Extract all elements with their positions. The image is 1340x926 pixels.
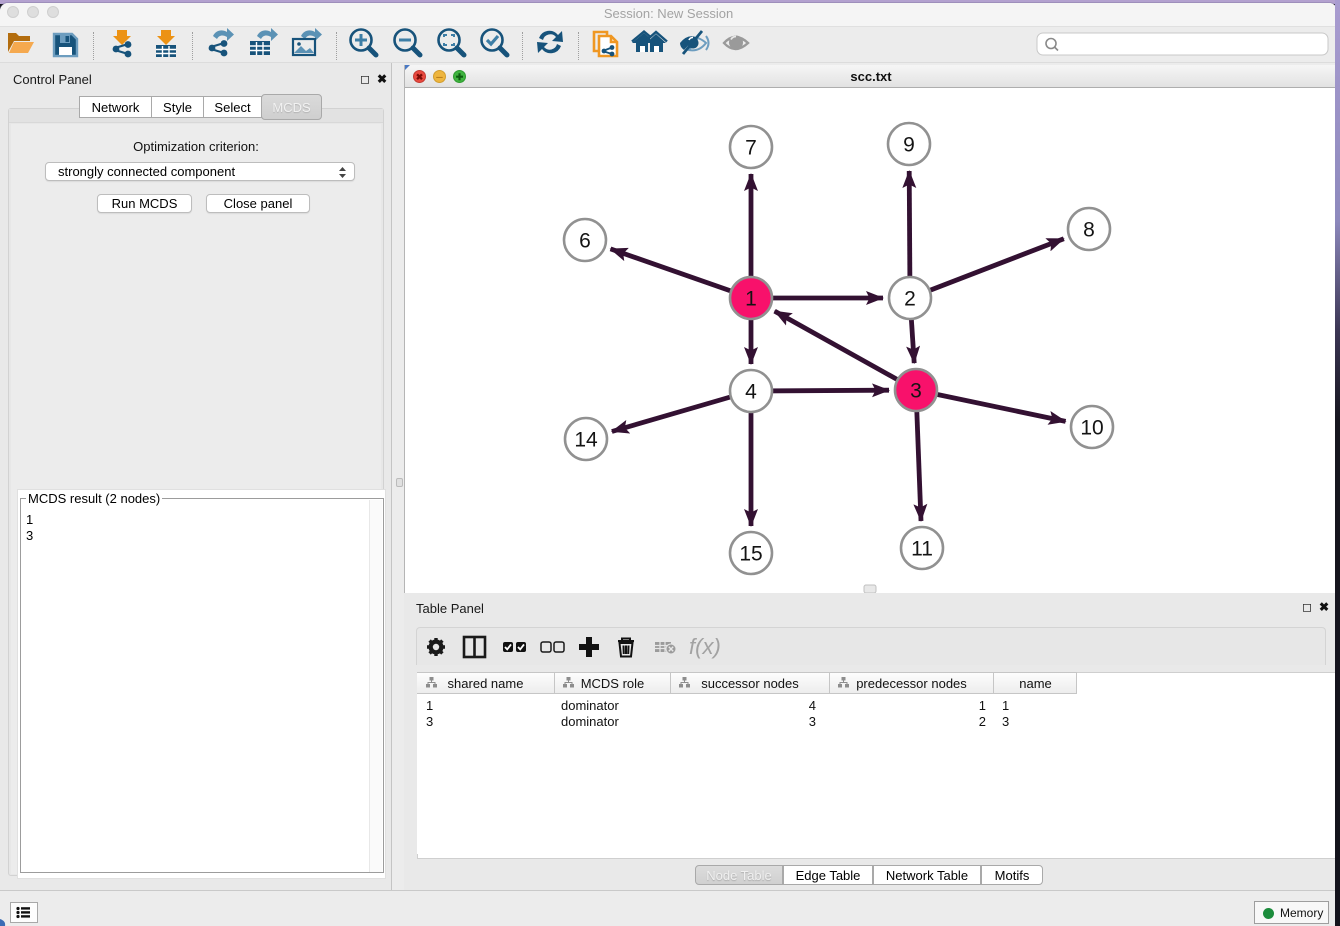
svg-text:f(x): f(x)	[689, 634, 721, 659]
svg-text:11: 11	[911, 538, 933, 561]
svg-text:9: 9	[903, 134, 915, 157]
svg-text:14: 14	[574, 429, 598, 452]
svg-text:6: 6	[579, 230, 591, 253]
svg-text:7: 7	[745, 137, 757, 160]
svg-text:8: 8	[1083, 219, 1095, 242]
svg-text:10: 10	[1080, 417, 1103, 440]
svg-text:1: 1	[745, 288, 757, 311]
svg-text:2: 2	[904, 288, 916, 311]
svg-text:15: 15	[739, 543, 762, 566]
svg-text:4: 4	[745, 381, 757, 404]
svg-text:3: 3	[910, 380, 922, 403]
